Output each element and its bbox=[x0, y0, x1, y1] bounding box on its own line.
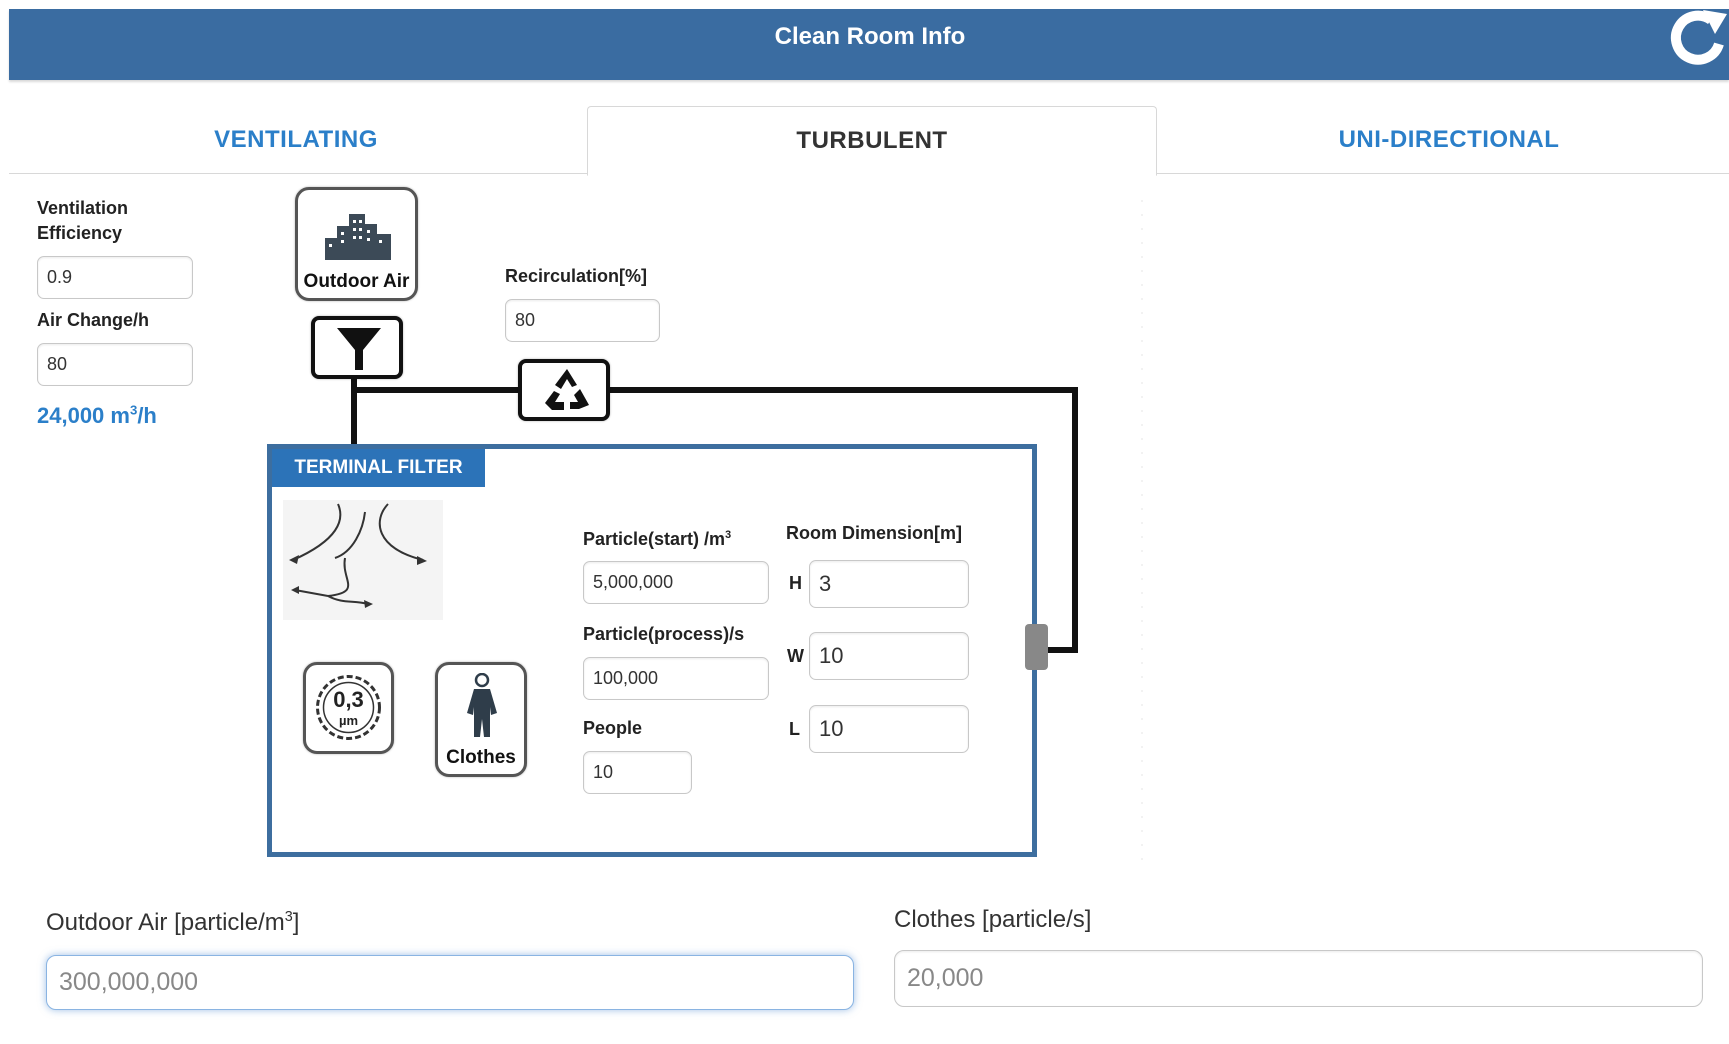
room-width-input[interactable]: 10 bbox=[809, 632, 969, 680]
clothes-button[interactable]: Clothes bbox=[435, 662, 527, 777]
city-buildings-icon bbox=[325, 214, 391, 260]
turbulent-flow-arrows-icon bbox=[289, 503, 427, 608]
particle-size-unit: µm bbox=[338, 713, 359, 728]
clothes-particle-label: Clothes [particle/s] bbox=[894, 906, 1092, 933]
people-input[interactable]: 10 bbox=[583, 751, 692, 794]
outdoor-air-particle-label: Outdoor Air [particle/m3] bbox=[46, 909, 300, 936]
tab-turbulent[interactable]: TURBULENT bbox=[587, 106, 1157, 176]
particle-start-label: Particle(start) /m3 bbox=[583, 529, 732, 549]
room-height-input[interactable]: 3 bbox=[809, 560, 969, 608]
terminal-filter-badge: TERMINAL FILTER bbox=[272, 449, 485, 487]
recirculation-input[interactable]: 80 bbox=[505, 299, 660, 342]
outdoor-air-label: Outdoor Air bbox=[303, 271, 410, 292]
recirculation-button[interactable] bbox=[518, 359, 610, 421]
height-label: H bbox=[789, 573, 802, 593]
cleanroom-suit-person-icon bbox=[467, 673, 497, 737]
particle-size-text: 0,3 bbox=[333, 687, 364, 712]
length-label: L bbox=[789, 719, 800, 739]
filter-button[interactable] bbox=[311, 316, 403, 379]
width-label: W bbox=[787, 646, 804, 666]
particle-process-input[interactable]: 100,000 bbox=[583, 657, 769, 700]
room-dimension-label: Room Dimension[m] bbox=[786, 523, 963, 543]
room-outlet-connector bbox=[1025, 624, 1048, 670]
particle-size-button[interactable]: 0,3 µm bbox=[303, 662, 394, 754]
recirculation-label: Recirculation[%] bbox=[505, 266, 648, 286]
people-label: People bbox=[583, 718, 643, 738]
room-length-input[interactable]: 10 bbox=[809, 705, 969, 753]
clothes-label: Clothes bbox=[446, 747, 516, 768]
outdoor-air-particle-input[interactable]: 300,000,000 bbox=[46, 955, 854, 1010]
recycle-icon bbox=[545, 369, 589, 410]
clothes-particle-input[interactable]: 20,000 bbox=[894, 950, 1703, 1007]
particle-start-input[interactable]: 5,000,000 bbox=[583, 561, 769, 604]
outdoor-air-button[interactable]: Outdoor Air bbox=[295, 187, 418, 301]
funnel-filter-icon bbox=[337, 328, 381, 370]
particle-process-label: Particle(process)/s bbox=[583, 624, 745, 644]
turbulent-airflow-image bbox=[283, 500, 443, 620]
